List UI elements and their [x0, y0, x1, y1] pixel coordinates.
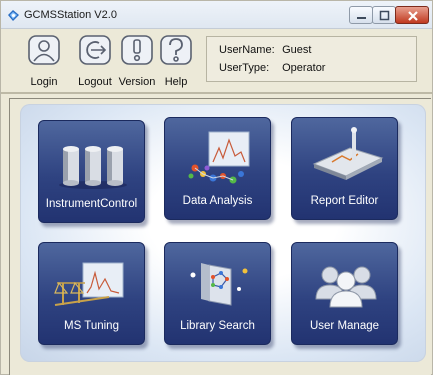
minimize-button[interactable] — [349, 6, 373, 24]
library-search-icon — [190, 263, 248, 306]
ms-tuning-label: MS Tuning — [64, 320, 119, 332]
close-icon — [408, 11, 418, 21]
user-info-panel: UserName: Guest UserType: Operator — [206, 36, 417, 82]
data-analysis-tile[interactable]: Data Analysis — [164, 117, 271, 220]
help-icon — [158, 34, 194, 68]
toolbar-divider — [1, 92, 432, 94]
library-search-label: Library Search — [180, 320, 255, 332]
instrument-control-icon — [59, 146, 127, 189]
report-editor-label: Report Editor — [310, 195, 379, 207]
logout-icon — [77, 34, 113, 68]
username-value: Guest — [282, 44, 312, 56]
window-title: GCMSStation V2.0 — [24, 9, 117, 21]
toolbar: Login Logout Version Help UserName: Gues… — [1, 30, 432, 92]
instrument-control-label: InstrumentControl — [45, 198, 138, 210]
data-analysis-icon — [188, 131, 250, 184]
library-search-tile[interactable]: Library Search — [164, 242, 271, 345]
maximize-button[interactable] — [372, 6, 396, 24]
title-bar[interactable]: GCMSStation V2.0 — [1, 1, 432, 29]
report-editor-tile[interactable]: Report Editor — [291, 117, 398, 220]
username-row: UserName: Guest — [219, 44, 311, 56]
login-icon — [26, 34, 62, 68]
instrument-control-tile[interactable]: InstrumentControl — [38, 120, 145, 223]
ms-tuning-tile[interactable]: MS Tuning — [38, 242, 145, 345]
usertype-label: UserType: — [219, 62, 270, 74]
data-analysis-label: Data Analysis — [182, 195, 253, 207]
usertype-value: Operator — [282, 62, 326, 74]
username-label: UserName: — [219, 44, 275, 56]
login-label: Login — [30, 76, 58, 88]
login-button[interactable]: Login — [21, 32, 67, 90]
minimize-icon — [357, 17, 366, 19]
user-manage-label: User Manage — [309, 320, 380, 332]
ms-tuning-icon — [54, 262, 124, 306]
help-label: Help — [164, 76, 188, 88]
version-icon — [119, 34, 155, 68]
user-manage-icon — [315, 266, 377, 308]
close-button[interactable] — [395, 6, 429, 24]
user-manage-tile[interactable]: User Manage — [291, 242, 398, 345]
help-button[interactable]: Help — [153, 32, 199, 90]
report-editor-icon — [312, 127, 384, 180]
maximize-icon — [379, 10, 390, 21]
app-logo-icon — [7, 9, 20, 22]
usertype-row: UserType: Operator — [219, 62, 325, 74]
